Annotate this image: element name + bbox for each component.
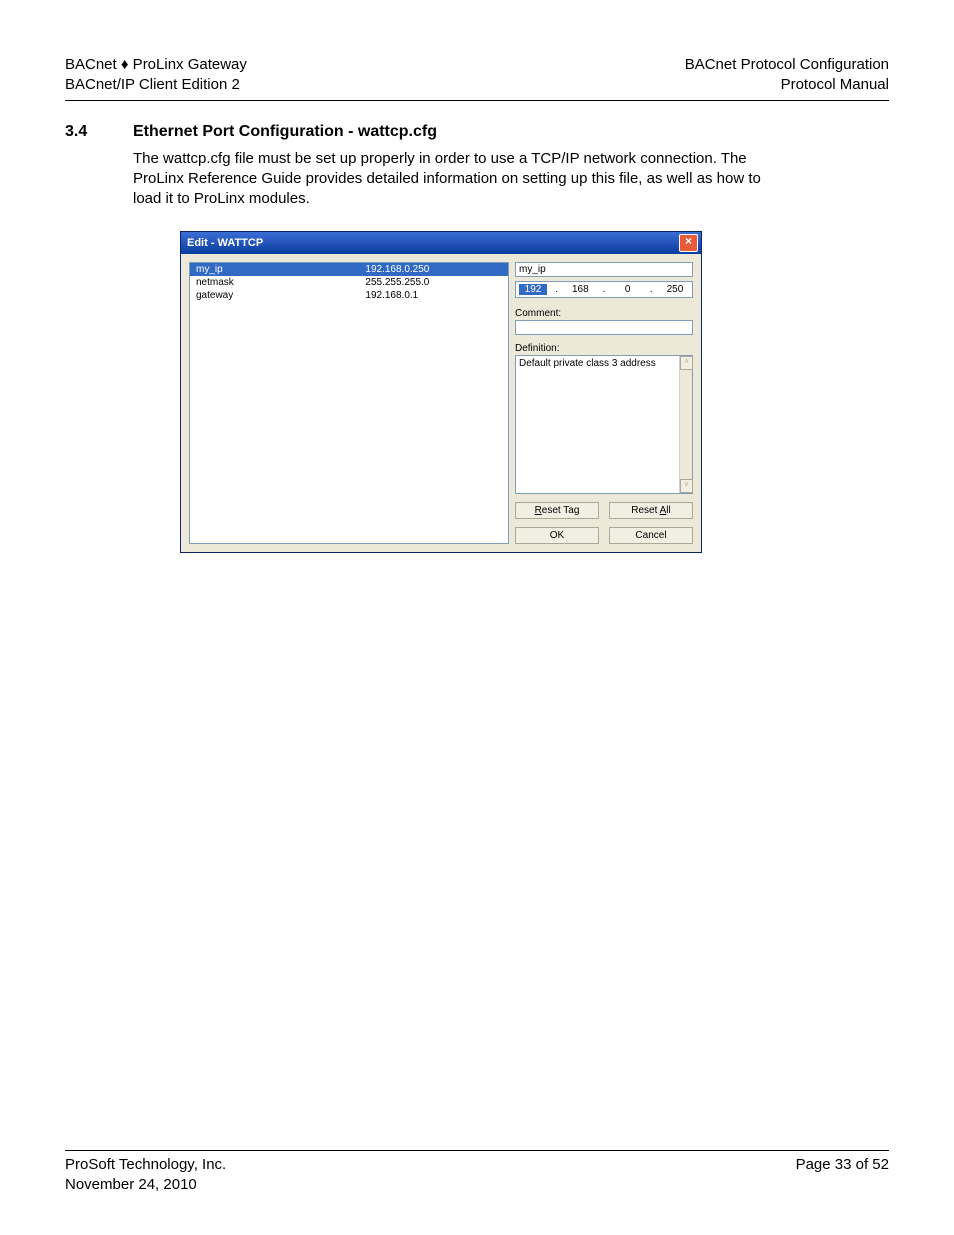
definition-box: Default private class 3 address ˄ ˅ bbox=[515, 355, 693, 494]
ip-input[interactable]: 192 . 168 . 0 . 250 bbox=[515, 281, 693, 298]
wattcp-dialog: Edit - WATTCP × my_ip 192.168.0.250 netm… bbox=[180, 231, 702, 553]
button-row-1: Reset Tag Reset All bbox=[515, 502, 693, 519]
dialog-titlebar[interactable]: Edit - WATTCP × bbox=[181, 232, 701, 254]
section-heading: 3.4 Ethernet Port Configuration - wattcp… bbox=[65, 123, 889, 141]
footer-left: ProSoft Technology, Inc. November 24, 20… bbox=[65, 1155, 226, 1196]
list-item[interactable]: netmask 255.255.255.0 bbox=[190, 276, 508, 289]
param-name: netmask bbox=[196, 277, 365, 288]
page-footer: ProSoft Technology, Inc. November 24, 20… bbox=[65, 1150, 889, 1196]
ip-octet-2[interactable]: 168 bbox=[566, 284, 594, 295]
definition-text: Default private class 3 address bbox=[519, 358, 656, 369]
button-row-2: OK Cancel bbox=[515, 527, 693, 544]
ip-octet-3[interactable]: 0 bbox=[614, 284, 642, 295]
ip-octet-4[interactable]: 250 bbox=[661, 284, 689, 295]
detail-pane: my_ip 192 . 168 . 0 . 250 Comment: Defin… bbox=[515, 262, 693, 544]
param-value: 255.255.255.0 bbox=[365, 277, 504, 288]
section: 3.4 Ethernet Port Configuration - wattcp… bbox=[65, 123, 889, 210]
page-header: BACnet ♦ ProLinx Gateway BACnet/IP Clien… bbox=[65, 55, 889, 101]
param-name: gateway bbox=[196, 290, 365, 301]
ip-dot: . bbox=[555, 284, 558, 295]
header-right: BACnet Protocol Configuration Protocol M… bbox=[685, 55, 889, 96]
ip-dot: . bbox=[603, 284, 606, 295]
reset-all-suffix: ll bbox=[666, 505, 670, 516]
scroll-down-icon[interactable]: ˅ bbox=[680, 479, 693, 493]
param-name: my_ip bbox=[196, 264, 365, 275]
list-item[interactable]: gateway 192.168.0.1 bbox=[190, 289, 508, 302]
header-left-line1: BACnet ♦ ProLinx Gateway bbox=[65, 55, 247, 75]
comment-input[interactable] bbox=[515, 320, 693, 335]
section-body: The wattcp.cfg file must be set up prope… bbox=[133, 149, 773, 210]
ip-dot: . bbox=[650, 284, 653, 295]
footer-company: ProSoft Technology, Inc. bbox=[65, 1155, 226, 1175]
field-name-box: my_ip bbox=[515, 262, 693, 277]
comment-label: Comment: bbox=[515, 308, 693, 319]
section-title: Ethernet Port Configuration - wattcp.cfg bbox=[133, 123, 437, 141]
section-number: 3.4 bbox=[65, 123, 105, 141]
reset-all-prefix: Reset bbox=[631, 505, 659, 516]
footer-page: Page 33 of 52 bbox=[796, 1155, 889, 1196]
reset-tag-button[interactable]: Reset Tag bbox=[515, 502, 599, 519]
header-right-line2: Protocol Manual bbox=[685, 75, 889, 95]
ip-octet-1[interactable]: 192 bbox=[519, 284, 547, 295]
header-left: BACnet ♦ ProLinx Gateway BACnet/IP Clien… bbox=[65, 55, 247, 96]
close-icon[interactable]: × bbox=[679, 234, 698, 252]
footer-date: November 24, 2010 bbox=[65, 1175, 226, 1195]
dialog-title: Edit - WATTCP bbox=[187, 237, 263, 249]
list-item[interactable]: my_ip 192.168.0.250 bbox=[190, 263, 508, 276]
reset-all-button[interactable]: Reset All bbox=[609, 502, 693, 519]
reset-tag-label-rest: eset Tag bbox=[542, 505, 580, 516]
param-value: 192.168.0.250 bbox=[365, 264, 504, 275]
ok-button[interactable]: OK bbox=[515, 527, 599, 544]
dialog-body: my_ip 192.168.0.250 netmask 255.255.255.… bbox=[181, 254, 701, 552]
header-left-line2: BACnet/IP Client Edition 2 bbox=[65, 75, 247, 95]
page: BACnet ♦ ProLinx Gateway BACnet/IP Clien… bbox=[0, 0, 954, 1235]
param-value: 192.168.0.1 bbox=[365, 290, 504, 301]
definition-label: Definition: bbox=[515, 343, 693, 354]
cancel-button[interactable]: Cancel bbox=[609, 527, 693, 544]
header-right-line1: BACnet Protocol Configuration bbox=[685, 55, 889, 75]
parameter-list[interactable]: my_ip 192.168.0.250 netmask 255.255.255.… bbox=[189, 262, 509, 544]
scrollbar[interactable]: ˄ ˅ bbox=[679, 356, 692, 493]
scroll-up-icon[interactable]: ˄ bbox=[680, 356, 693, 370]
